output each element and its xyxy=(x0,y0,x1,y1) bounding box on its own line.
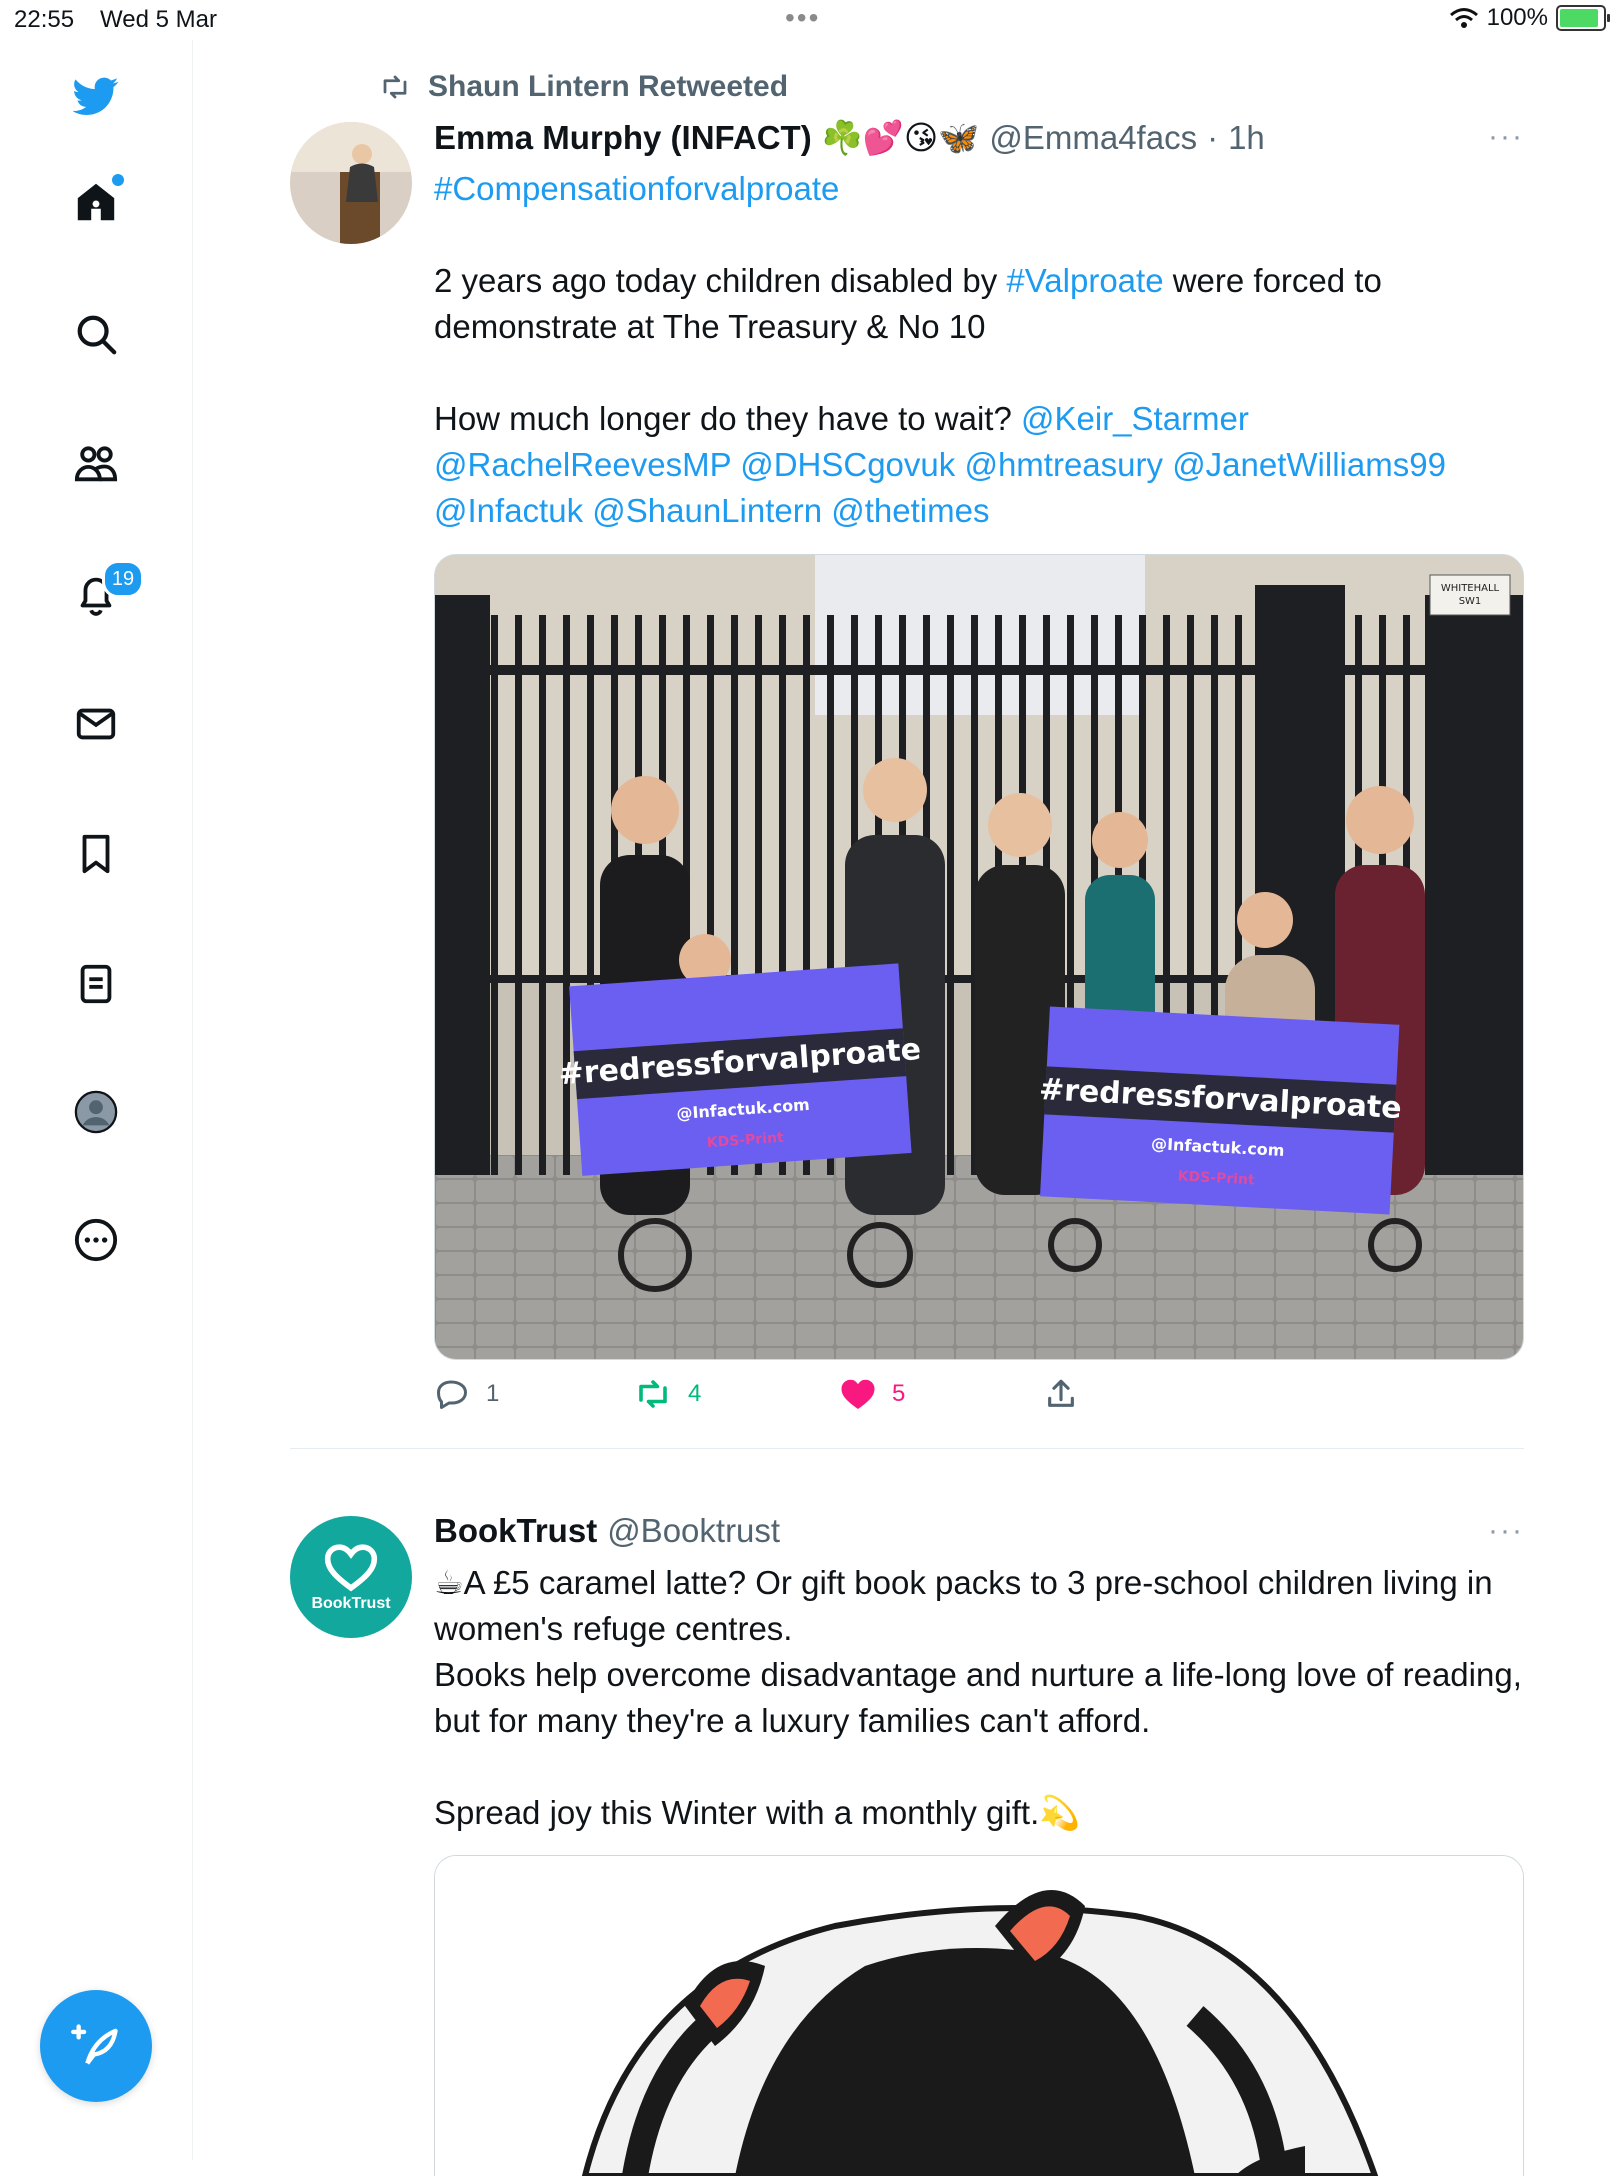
author-name[interactable]: BookTrust xyxy=(434,1512,597,1550)
tweet-photo[interactable]: WHITEHALL SW1 #redressforvalproate @Infa… xyxy=(434,554,1524,1360)
coffee-emoji: ☕ xyxy=(434,1564,464,1601)
street-sign-line1: WHITEHALL xyxy=(1441,583,1500,594)
header-separator: · xyxy=(1207,119,1219,156)
protest-banner-left: #redressforvalproate @Infactuk.com KDS-P… xyxy=(558,963,922,1176)
nav-profile[interactable] xyxy=(60,1076,132,1148)
retweet-icon xyxy=(639,1380,667,1408)
author-handle[interactable]: @Booktrust xyxy=(607,1512,780,1550)
share-icon xyxy=(1048,1379,1074,1407)
tweet-text-part: 2 years ago today children disabled by xyxy=(434,262,1007,299)
twitter-bird-icon[interactable] xyxy=(60,60,132,132)
tweet-more-button[interactable]: ··· xyxy=(1488,120,1524,154)
list-icon xyxy=(80,964,112,1004)
bookmark-icon xyxy=(82,834,110,874)
tweet-header: BookTrust @Booktrust xyxy=(434,1512,780,1550)
mail-icon xyxy=(76,708,116,740)
reply-count: 1 xyxy=(486,1380,500,1407)
nav-explore[interactable] xyxy=(60,298,132,370)
heart-icon xyxy=(841,1379,875,1409)
status-date: Wed 5 Mar xyxy=(100,6,217,33)
tweet-time[interactable]: 1h xyxy=(1228,119,1265,157)
notifications-badge: 19 xyxy=(102,560,144,598)
tweet-more-button[interactable]: ··· xyxy=(1488,1514,1524,1548)
protest-banner-right: #redressforvalproate @Infactuk.com KDS-P… xyxy=(1038,1006,1402,1215)
mention-link[interactable]: @Keir_Starmer xyxy=(1021,400,1249,437)
tweet-image-badger[interactable] xyxy=(434,1855,1524,2176)
avatar[interactable] xyxy=(290,122,412,244)
author-emojis: ☘️💕😘🦋 xyxy=(821,119,980,156)
status-right: 100% xyxy=(1449,4,1610,32)
share-button[interactable] xyxy=(1044,1376,1078,1412)
status-bar: 22:55 Wed 5 Mar ••• 100% xyxy=(0,0,1620,40)
tweet-text: #Compensationforvalproate 2 years ago to… xyxy=(434,166,1534,534)
hashtag-link[interactable]: #Valproate xyxy=(1006,262,1163,299)
nav-home[interactable] xyxy=(60,166,132,238)
badger-illustration xyxy=(435,1856,1523,2176)
compose-tweet-button[interactable] xyxy=(40,1990,152,2102)
battery-icon xyxy=(1556,5,1610,31)
nav-messages[interactable] xyxy=(60,688,132,760)
reply-button[interactable]: 1 xyxy=(434,1376,634,1412)
multitasking-dots-icon[interactable]: ••• xyxy=(785,2,820,34)
mention-link[interactable]: @ShaunLintern xyxy=(592,492,822,529)
retweet-icon xyxy=(383,75,407,99)
mention-link[interactable]: @JanetWilliams99 xyxy=(1172,446,1446,483)
tweet[interactable]: Shaun Lintern Retweeted Emma Murphy (INF… xyxy=(290,40,1524,1450)
like-button[interactable]: 5 xyxy=(840,1377,1044,1411)
nav-communities[interactable] xyxy=(60,428,132,500)
tweet-text-line: Spread joy this Winter with a monthly gi… xyxy=(434,1794,1040,1831)
street-sign-line2: SW1 xyxy=(1459,596,1482,607)
more-circle-icon xyxy=(74,1218,118,1262)
status-time: 22:55 xyxy=(14,6,75,33)
mention-link[interactable]: @DHSCgovuk xyxy=(740,446,955,483)
retweeted-by-line: Shaun Lintern Retweeted xyxy=(376,70,788,104)
mention-link[interactable]: @Infactuk xyxy=(434,492,583,529)
mention-link[interactable]: @thetimes xyxy=(831,492,989,529)
author-handle[interactable]: @Emma4facs xyxy=(989,119,1197,157)
sidebar: 19 xyxy=(0,40,193,2160)
mention-link[interactable]: @RachelReevesMP xyxy=(434,446,731,483)
battery-percent: 100% xyxy=(1486,4,1548,31)
sparkle-emoji: 💫 xyxy=(1039,1794,1081,1831)
booktrust-heart-logo xyxy=(324,1544,378,1592)
tweet-text-part: How much longer do they have to wait? xyxy=(434,400,1021,437)
profile-icon xyxy=(74,1090,118,1134)
compose-icon xyxy=(71,2024,118,2065)
avatar-photo xyxy=(290,122,412,244)
tweet-actions: 1 4 5 xyxy=(434,1376,1078,1412)
retweeted-by-label: Shaun Lintern Retweeted xyxy=(428,70,789,103)
author-name[interactable]: Emma Murphy (INFACT) xyxy=(434,119,812,157)
mention-link[interactable]: @hmtreasury xyxy=(964,446,1163,483)
wifi-icon xyxy=(1449,8,1478,28)
nav-lists[interactable] xyxy=(60,948,132,1020)
home-icon xyxy=(77,183,115,221)
tweet-header: Emma Murphy (INFACT) ☘️💕😘🦋 @Emma4facs · … xyxy=(434,118,1265,158)
people-icon xyxy=(74,446,118,482)
retweet-count: 4 xyxy=(688,1380,702,1407)
nav-more[interactable] xyxy=(60,1204,132,1276)
hashtag-link[interactable]: #Compensationforvalproate xyxy=(434,170,839,207)
nav-notifications[interactable]: 19 xyxy=(60,558,144,630)
like-count: 5 xyxy=(892,1380,906,1407)
tweet-text-line: Books help overcome disadvantage and nur… xyxy=(434,1656,1522,1739)
booktrust-avatar-label: BookTrust xyxy=(311,1595,391,1612)
retweet-button[interactable]: 4 xyxy=(634,1376,840,1412)
reply-icon xyxy=(437,1380,467,1409)
protest-photo-illustration: WHITEHALL SW1 #redressforvalproate @Infa… xyxy=(435,555,1523,1359)
home-unread-dot xyxy=(112,174,124,186)
booktrust-avatar[interactable]: BookTrust xyxy=(290,1516,412,1638)
nav-bookmarks[interactable] xyxy=(60,818,132,890)
tweet-divider xyxy=(290,1448,1524,1449)
timeline-feed: Shaun Lintern Retweeted Emma Murphy (INF… xyxy=(290,40,1524,2176)
tweet[interactable]: BookTrust BookTrust @Booktrust ··· ☕A £5… xyxy=(290,1450,1524,2176)
search-icon xyxy=(77,315,117,355)
tweet-text: ☕A £5 caramel latte? Or gift book packs … xyxy=(434,1560,1529,1836)
tweet-text-line: A £5 caramel latte? Or gift book packs t… xyxy=(434,1564,1493,1647)
